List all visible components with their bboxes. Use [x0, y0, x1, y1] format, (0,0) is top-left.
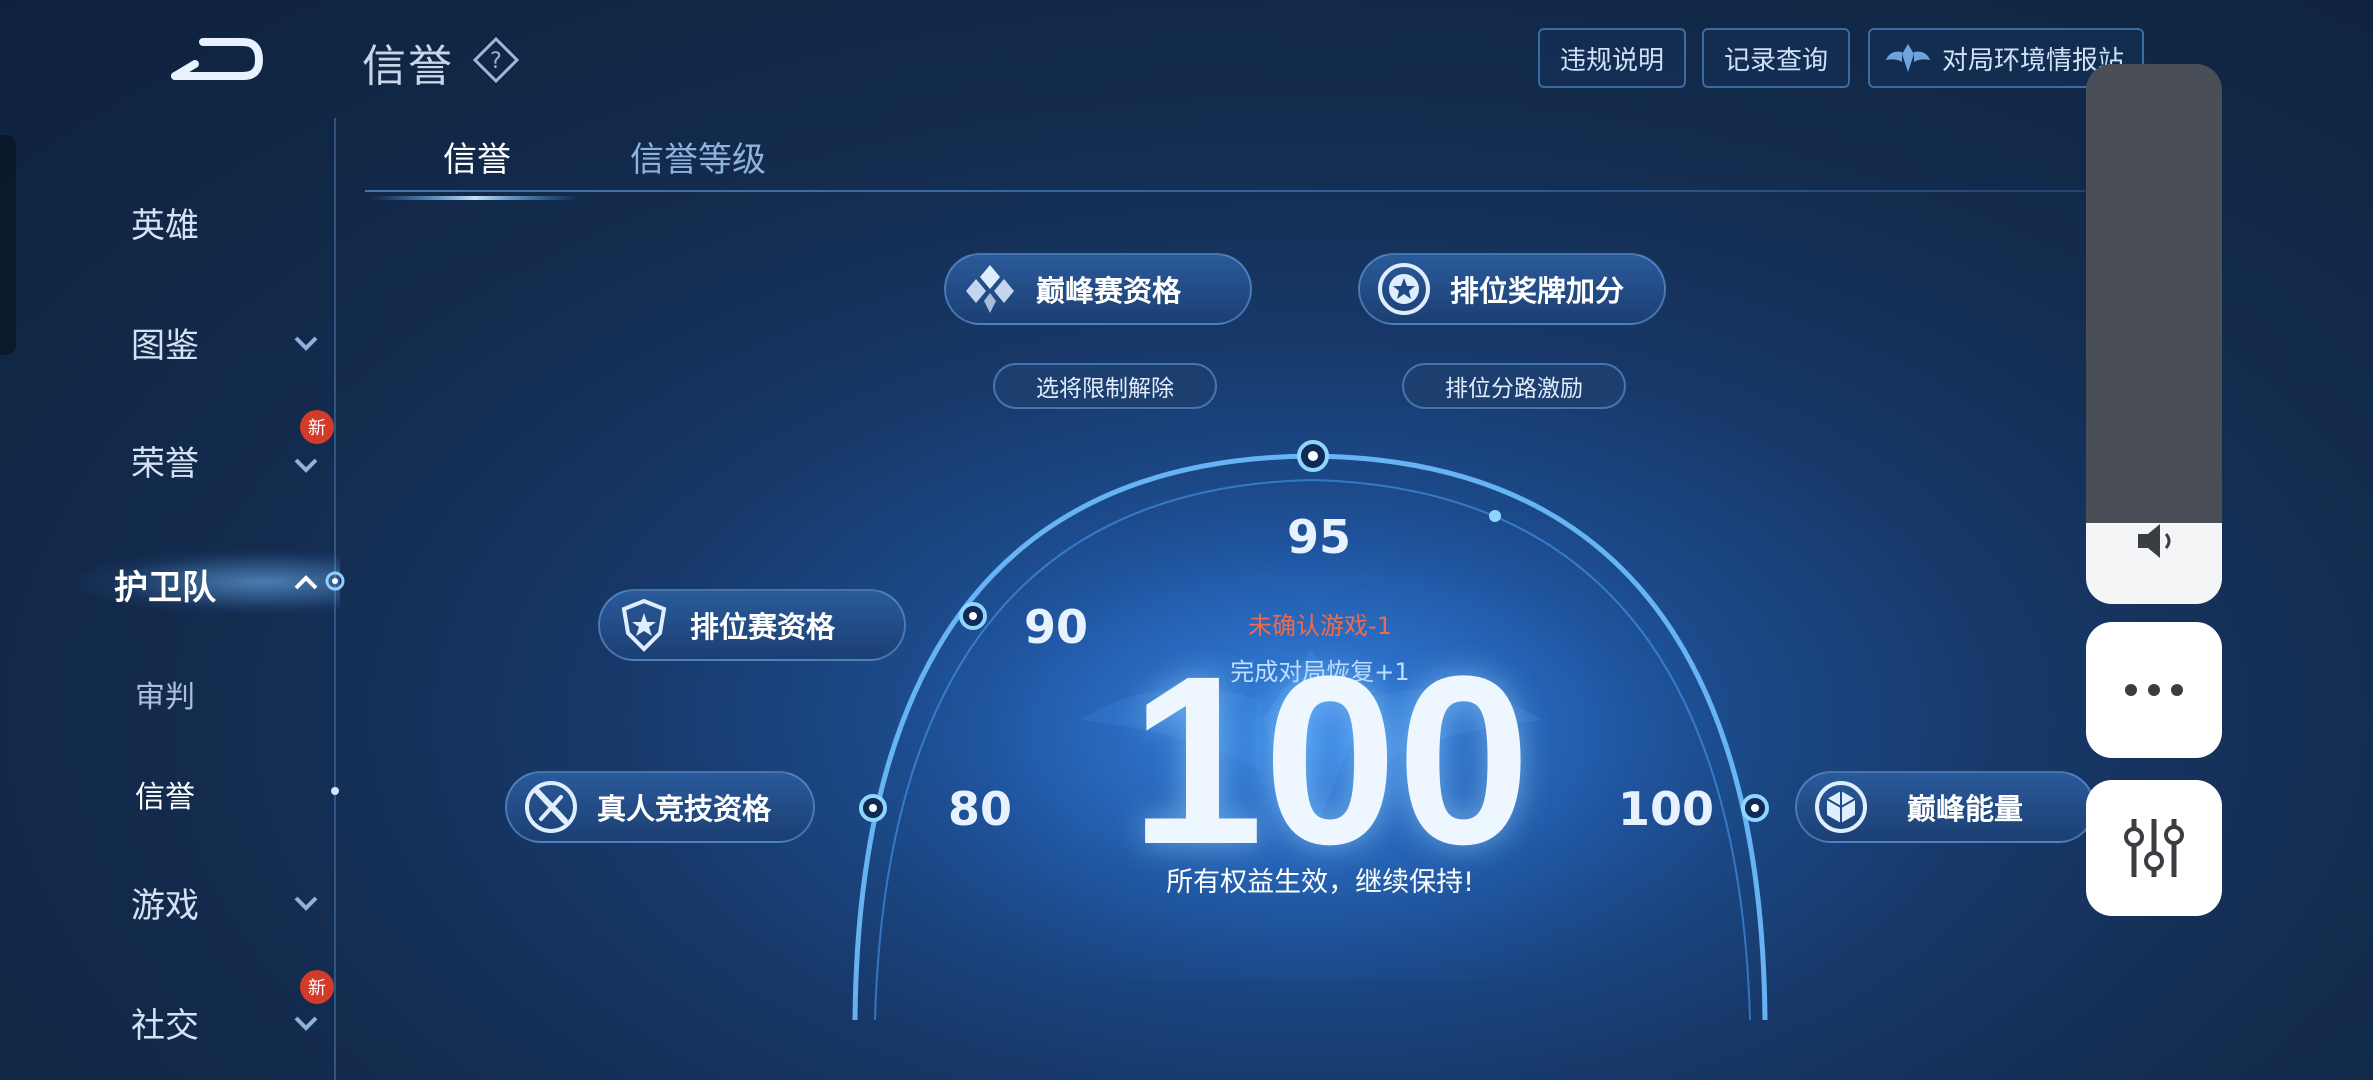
page-title: 信誉: [362, 41, 454, 92]
sidebar-item-label: 社交: [131, 1006, 199, 1046]
perk-label: 巅峰能量: [1907, 792, 2024, 826]
tab-active-indicator: [370, 186, 580, 200]
perk-label: 排位赛资格: [690, 610, 836, 644]
perk-rank-lane[interactable]: 排位分路激励: [1402, 363, 1626, 409]
sidebar-item-label: 信誉: [135, 780, 195, 815]
chevron-down-icon: [294, 458, 318, 473]
perk-rank-medal[interactable]: 排位奖牌加分: [1358, 253, 1666, 325]
equalizer-settings-button[interactable]: [2086, 780, 2222, 916]
perk-label: 排位奖牌加分: [1450, 274, 1625, 308]
gauge-tick-100: 100: [1618, 782, 1715, 836]
sidebar-item-label: 图鉴: [131, 326, 199, 366]
tab-credit-level[interactable]: 信誉等级: [630, 132, 766, 181]
sword-shield-icon: [525, 781, 577, 833]
sidebar-item-social[interactable]: 社交 新: [0, 970, 334, 1047]
perk-pick-unlock[interactable]: 选将限制解除: [993, 363, 1217, 409]
sidebar-item-label: 英雄: [131, 206, 199, 246]
more-options-button[interactable]: [2086, 622, 2222, 758]
gauge-tick-95: 95: [1287, 510, 1352, 564]
sidebar-item-label: 荣誉: [131, 444, 199, 484]
speaker-icon: [2138, 524, 2171, 558]
selected-dot-icon: [331, 787, 339, 795]
gauge-tick-90: 90: [1024, 600, 1089, 654]
record-query-button[interactable]: 记录查询: [1702, 28, 1850, 88]
help-icon[interactable]: ?: [472, 36, 520, 84]
status-text: 所有权益生效，继续保持!: [1166, 867, 1474, 898]
wing-emblem-icon: [1886, 44, 1930, 72]
energy-cube-icon: [1815, 781, 1867, 833]
perk-peak-match[interactable]: 巅峰赛资格: [944, 253, 1252, 325]
more-dots-icon: [2125, 684, 2183, 696]
chevron-down-icon: [294, 1016, 318, 1031]
perk-peak-energy[interactable]: 巅峰能量: [1795, 771, 2095, 843]
sidebar-item-guard[interactable]: 护卫队: [0, 560, 345, 609]
back-button[interactable]: [165, 30, 265, 86]
svg-text:?: ?: [490, 49, 502, 74]
new-badge: 新: [300, 410, 334, 444]
perk-label: 真人竞技资格: [597, 792, 772, 826]
tab-credit[interactable]: 信誉: [443, 132, 511, 181]
tab-divider: [365, 190, 2085, 192]
credit-score: 100: [1130, 626, 1531, 894]
perk-ranked-match[interactable]: 排位赛资格: [598, 589, 906, 661]
sidebar-item-label: 游戏: [131, 886, 199, 926]
sidebar-item-label: 护卫队: [114, 568, 216, 608]
sliders-icon: [2124, 819, 2184, 877]
sidebar-item-heroes[interactable]: 英雄: [0, 198, 330, 247]
sidebar-item-collection[interactable]: 图鉴: [0, 318, 330, 367]
perk-label: 巅峰赛资格: [1036, 274, 1182, 308]
chevron-down-icon: [294, 336, 318, 351]
back-arrow-icon: [171, 38, 264, 80]
sidebar-subitem-credit[interactable]: 信誉: [0, 772, 339, 816]
new-badge: 新: [300, 970, 334, 1004]
violation-info-button[interactable]: 违规说明: [1538, 28, 1686, 88]
gauge-tick-80: 80: [948, 782, 1013, 836]
sidebar-item-label: 审判: [135, 680, 195, 715]
chevron-up-icon: [294, 575, 318, 590]
active-dot-icon: [325, 571, 345, 591]
sidebar-item-game[interactable]: 游戏: [0, 878, 330, 927]
volume-slider[interactable]: [2086, 64, 2222, 604]
perk-real-person[interactable]: 真人竞技资格: [505, 771, 815, 843]
chevron-down-icon: [294, 896, 318, 911]
sidebar-item-honor[interactable]: 荣誉 新: [0, 410, 334, 485]
peak-diamond-icon: [966, 265, 1014, 313]
star-shield-icon: [621, 598, 667, 652]
sidebar-subitem-judge[interactable]: 审判: [0, 672, 330, 716]
star-medal-icon: [1378, 263, 1430, 315]
